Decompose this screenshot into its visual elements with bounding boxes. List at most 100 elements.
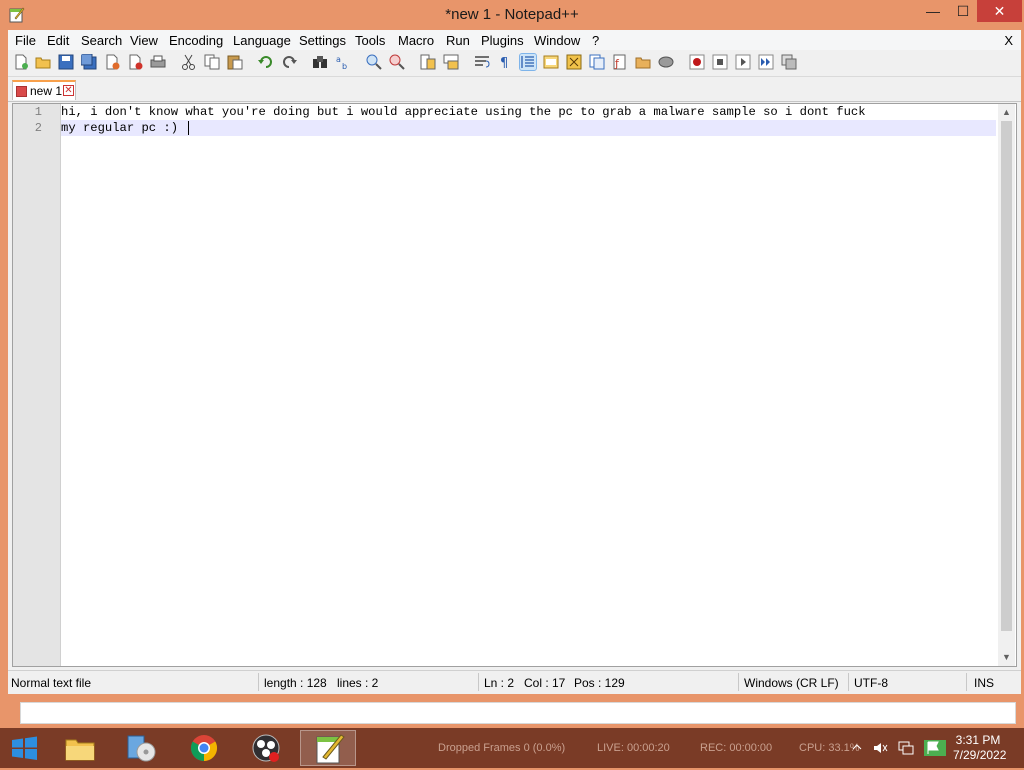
copy-icon[interactable] — [204, 54, 220, 70]
record-macro-icon[interactable] — [689, 54, 705, 70]
show-all-chars-icon[interactable]: ¶ — [497, 54, 513, 70]
menu-tools[interactable]: Tools — [355, 33, 385, 48]
close-all-icon[interactable] — [127, 54, 143, 70]
tray-expand-icon[interactable] — [852, 742, 862, 752]
clock-time: 3:31 PM — [955, 733, 1001, 747]
menu-help[interactable]: ? — [592, 33, 599, 48]
save-all-icon[interactable] — [81, 54, 97, 70]
window-title: *new 1 - Notepad++ — [445, 6, 579, 23]
status-bar: Normal text file length : 128 lines : 2 … — [8, 670, 1021, 693]
svg-text:a: a — [336, 55, 341, 64]
close-icon[interactable] — [104, 54, 120, 70]
tab-bar: new 1 ✕ — [8, 77, 1021, 102]
play-macro-icon[interactable] — [735, 54, 751, 70]
line-number: 1 — [34, 105, 42, 119]
menu-window[interactable]: Window — [534, 33, 580, 48]
run-macro-multiple-icon[interactable] — [758, 54, 774, 70]
svg-text:b: b — [342, 62, 347, 70]
menu-settings[interactable]: Settings — [299, 33, 346, 48]
status-encoding[interactable]: UTF-8 — [854, 676, 888, 690]
status-col: Col : 17 — [524, 676, 566, 690]
scroll-down-icon[interactable]: ▼ — [998, 649, 1015, 665]
taskbar: Dropped Frames 0 (0.0%) LIVE: 00:00:20 R… — [0, 728, 1024, 768]
text-editor[interactable]: 1 2 hi, i don't know what you're doing b… — [12, 103, 1017, 667]
status-separator — [848, 673, 849, 691]
status-ln: Ln : 2 — [484, 676, 515, 690]
status-separator — [738, 673, 739, 691]
text-caret — [188, 121, 189, 135]
menu-run[interactable]: Run — [446, 33, 470, 48]
obs-live-time: LIVE: 00:00:20 — [597, 742, 670, 754]
line-number: 2 — [34, 121, 42, 135]
notepadpp-window: *new 1 - Notepad++ — ☐ ✕ File Edit Searc… — [0, 0, 1024, 700]
status-separator — [478, 673, 479, 691]
svg-text:¶: ¶ — [500, 56, 508, 70]
tab-close-icon[interactable]: ✕ — [63, 85, 74, 96]
windows-start-icon[interactable] — [0, 728, 48, 768]
open-file-icon[interactable] — [35, 54, 51, 70]
cut-icon[interactable] — [181, 54, 197, 70]
notepadpp-icon[interactable] — [300, 730, 356, 766]
obs-cpu: CPU: 33.1% — [799, 742, 860, 754]
menu-encoding[interactable]: Encoding — [169, 33, 223, 48]
client-area: File Edit Search View Encoding Language … — [8, 30, 1021, 694]
monitoring-icon[interactable] — [658, 54, 674, 70]
status-eol[interactable]: Windows (CR LF) — [744, 676, 839, 690]
zoom-out-icon[interactable] — [389, 54, 405, 70]
document-map-icon[interactable] — [566, 54, 582, 70]
vertical-scrollbar[interactable]: ▲ ▼ — [998, 104, 1015, 666]
indent-guide-icon[interactable] — [519, 53, 537, 71]
new-file-icon[interactable] — [13, 54, 29, 70]
sync-vertical-icon[interactable] — [420, 54, 436, 70]
file-explorer-icon[interactable] — [52, 730, 108, 766]
menu-view[interactable]: View — [130, 33, 158, 48]
redo-icon[interactable] — [281, 54, 297, 70]
word-wrap-icon[interactable] — [474, 54, 490, 70]
menu-macro[interactable]: Macro — [398, 33, 434, 48]
background-window-field — [20, 702, 1016, 724]
menu-language[interactable]: Language — [233, 33, 291, 48]
menu-edit[interactable]: Edit — [47, 33, 69, 48]
menu-bar: File Edit Search View Encoding Language … — [8, 30, 1021, 50]
volume-icon[interactable] — [872, 740, 888, 756]
taskbar-clock[interactable]: 3:31 PM 7/29/2022 — [953, 733, 1007, 763]
user-defined-language-icon[interactable] — [543, 54, 559, 70]
status-insert-mode: INS — [974, 676, 995, 690]
folder-as-workspace-icon[interactable]: ƒ — [612, 54, 628, 70]
tab-new-1[interactable]: new 1 ✕ — [12, 80, 76, 100]
media-disc-icon[interactable] — [114, 730, 170, 766]
title-bar[interactable]: *new 1 - Notepad++ — ☐ ✕ — [0, 0, 1024, 30]
function-list-icon[interactable] — [589, 54, 605, 70]
save-macro-icon[interactable] — [781, 54, 797, 70]
paste-icon[interactable] — [227, 54, 243, 70]
menu-file[interactable]: File — [15, 33, 36, 48]
tab-label: new 1 — [30, 84, 63, 98]
replace-icon[interactable]: ab — [335, 54, 351, 70]
menu-search[interactable]: Search — [81, 33, 122, 48]
sync-horizontal-icon[interactable] — [443, 54, 459, 70]
stop-macro-icon[interactable] — [712, 54, 728, 70]
scrollbar-thumb[interactable] — [1001, 121, 1012, 631]
network-icon[interactable] — [898, 740, 914, 756]
status-lines: lines : 2 — [337, 676, 379, 690]
background-window-strip — [0, 700, 1024, 728]
print-icon[interactable] — [150, 54, 166, 70]
toolbar: ab ¶ ƒ — [8, 50, 1021, 77]
folder-icon[interactable] — [635, 54, 651, 70]
editor-line[interactable]: hi, i don't know what you're doing but i… — [61, 105, 866, 119]
undo-icon[interactable] — [258, 54, 274, 70]
obs-rec-time: REC: 00:00:00 — [700, 742, 773, 754]
obs-icon[interactable] — [238, 730, 294, 766]
obs-dropped-frames: Dropped Frames 0 (0.0%) — [438, 742, 566, 754]
clock-date: 7/29/2022 — [953, 748, 1007, 762]
menu-plugins[interactable]: Plugins — [481, 33, 524, 48]
editor-line[interactable]: my regular pc :) — [61, 121, 178, 135]
chrome-icon[interactable] — [176, 730, 232, 766]
scroll-up-icon[interactable]: ▲ — [998, 104, 1015, 120]
close-document-button[interactable]: X — [1004, 33, 1013, 48]
save-icon[interactable] — [58, 54, 74, 70]
zoom-in-icon[interactable] — [366, 54, 382, 70]
close-window-button[interactable]: ✕ — [977, 0, 1022, 22]
find-icon[interactable] — [312, 54, 328, 70]
action-center-icon[interactable] — [922, 738, 948, 758]
